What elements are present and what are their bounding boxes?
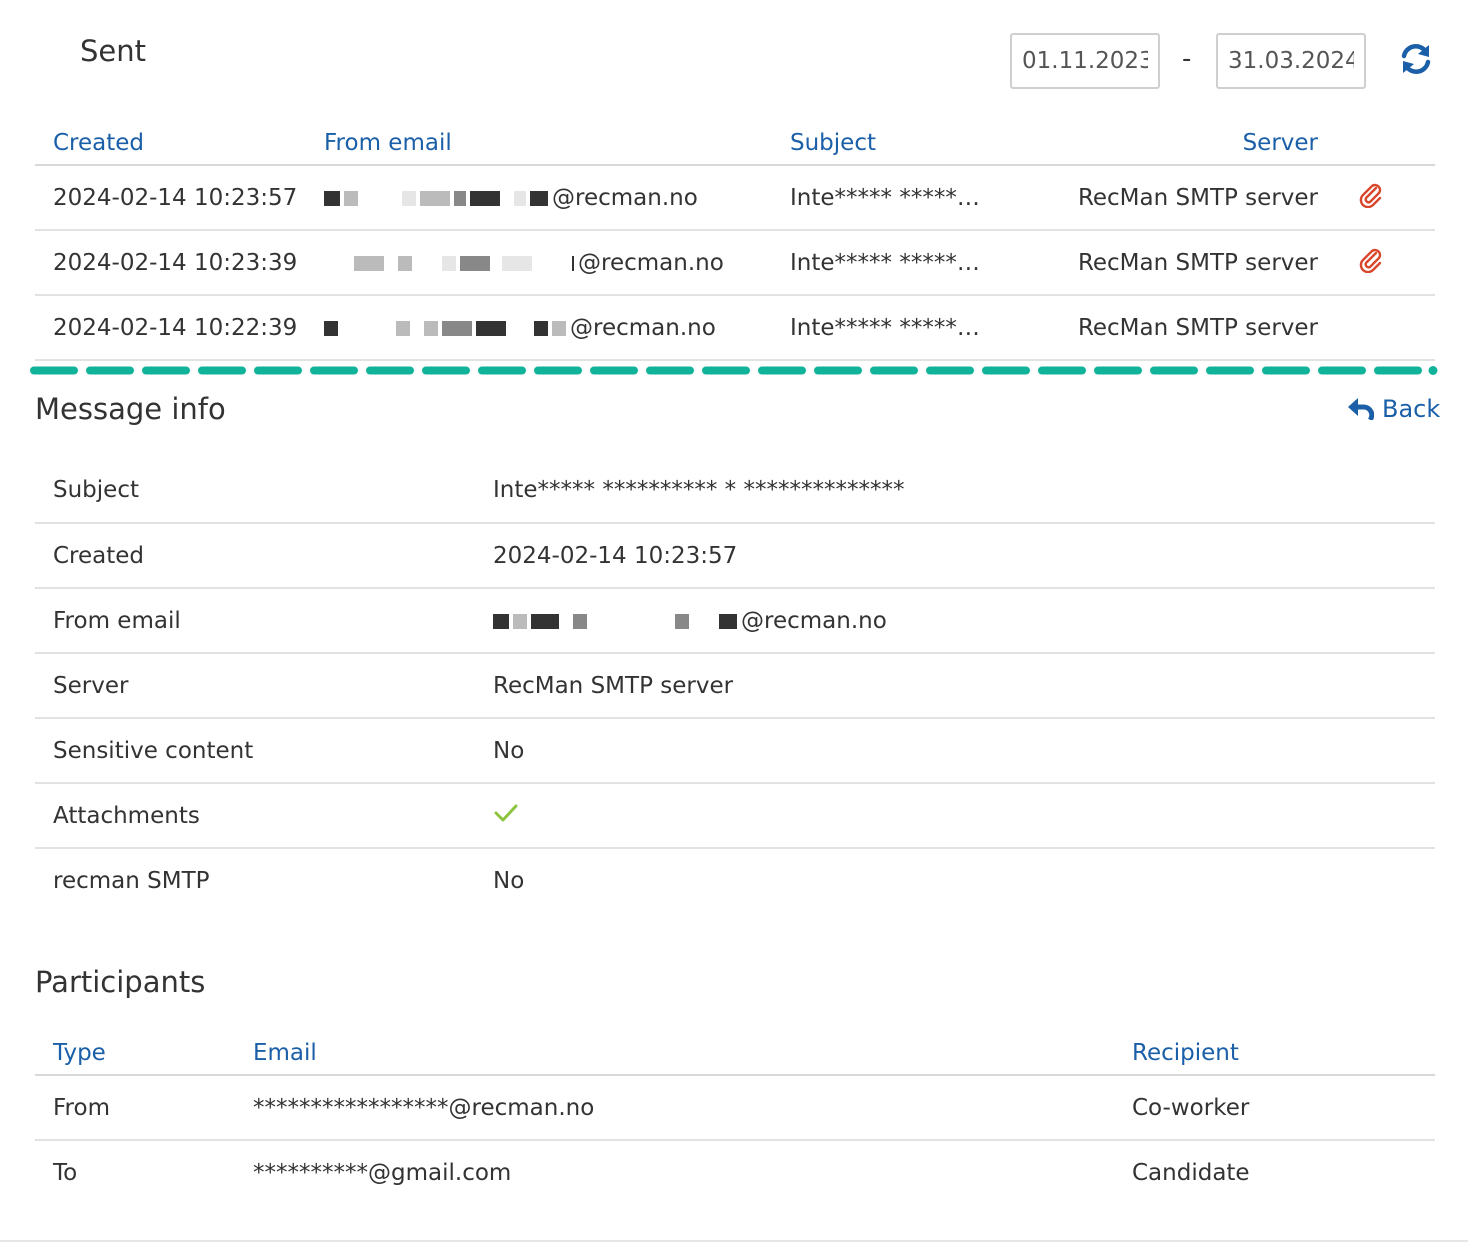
cell-created: 2024-02-14 10:22:39 [35, 295, 324, 361]
table-row[interactable]: 2024-02-14 10:23:57 @recman.no Inte*****… [35, 165, 1435, 231]
message-info-title: Message info [35, 392, 226, 426]
redacted-block [324, 250, 578, 276]
cell-from-email: @recman.no [324, 165, 790, 231]
date-separator: - [1182, 44, 1192, 74]
from-email-domain: @recman.no [741, 607, 887, 634]
table-row[interactable]: 2024-02-14 10:23:39 @recman.no Inte*****… [35, 230, 1435, 296]
column-header-from-email[interactable]: From email [324, 120, 790, 166]
cell-email: *****************@recman.no [253, 1075, 1132, 1141]
paperclip-icon[interactable] [1358, 247, 1384, 273]
column-header-type[interactable]: Type [35, 1030, 253, 1076]
paperclip-icon[interactable] [1358, 182, 1384, 208]
cell-from-email: @recman.no [324, 230, 790, 296]
info-row-created: Created 2024-02-14 10:23:57 [35, 523, 1435, 589]
info-label: Created [35, 523, 493, 589]
cell-subject: Inte***** *****… [790, 165, 1050, 231]
info-value: @recman.no [493, 588, 1435, 654]
info-value: No [493, 868, 525, 894]
date-from-input[interactable] [1010, 33, 1160, 89]
participants-table: Type Email Recipient From **************… [35, 1030, 1435, 1205]
info-label: Attachments [35, 783, 493, 849]
info-label: Sensitive content [35, 718, 493, 784]
column-header-attachment [1318, 120, 1435, 166]
section-divider [30, 366, 1438, 375]
cell-server: RecMan SMTP server [1050, 230, 1318, 296]
column-header-server[interactable]: Server [1050, 120, 1318, 166]
reply-icon [1348, 398, 1374, 420]
info-label: recman SMTP [53, 868, 210, 894]
table-row: From *****************@recman.no Co-work… [35, 1075, 1435, 1141]
info-row-server: Server RecMan SMTP server [35, 653, 1435, 719]
cell-subject: Inte***** *****… [790, 295, 1050, 361]
cell-recipient: Candidate [1132, 1160, 1250, 1186]
info-value: 2024-02-14 10:23:57 [493, 523, 1435, 589]
back-button[interactable]: Back [1348, 395, 1440, 423]
date-to-input[interactable] [1216, 33, 1366, 89]
column-header-recipient[interactable]: Recipient [1132, 1030, 1435, 1076]
info-row-attachments: Attachments [35, 783, 1435, 849]
table-row: To **********@gmail.com Candidate [35, 1140, 1435, 1205]
cell-server: RecMan SMTP server [1050, 295, 1318, 361]
cell-created: 2024-02-14 10:23:57 [35, 165, 324, 231]
refresh-icon[interactable] [1398, 42, 1434, 76]
cell-type: To [53, 1160, 78, 1186]
cell-recipient: Co-worker [1132, 1075, 1435, 1141]
cell-from-email: @recman.no [324, 295, 790, 361]
info-row-sensitive-content: Sensitive content No [35, 718, 1435, 784]
column-header-email[interactable]: Email [253, 1030, 1132, 1076]
info-value: Inte***** ********** * ************** [493, 458, 1435, 524]
cell-created: 2024-02-14 10:23:39 [35, 230, 324, 296]
redacted-block [324, 185, 552, 211]
back-label: Back [1382, 395, 1441, 423]
message-info-table: Subject Inte***** ********** * *********… [35, 458, 1435, 913]
info-label: Server [35, 653, 493, 719]
info-label: From email [35, 588, 493, 654]
cell-type: From [35, 1075, 253, 1141]
table-row[interactable]: 2024-02-14 10:22:39 @recman.no Inte*****… [35, 295, 1435, 361]
cell-subject: Inte***** *****… [790, 230, 1050, 296]
column-header-subject[interactable]: Subject [790, 120, 1050, 166]
redacted-block [493, 608, 741, 634]
info-row-recman-smtp: recman SMTP No [35, 848, 1435, 913]
info-row-from-email: From email @recman.no [35, 588, 1435, 654]
info-label: Subject [35, 458, 493, 524]
sent-messages-table: Created From email Subject Server 2024-0… [35, 120, 1435, 361]
cell-email: **********@gmail.com [253, 1160, 512, 1186]
checkmark-icon [494, 804, 518, 821]
info-row-subject: Subject Inte***** ********** * *********… [35, 458, 1435, 524]
from-email-domain: @recman.no [570, 314, 716, 341]
from-email-domain: @recman.no [578, 249, 724, 276]
participants-title: Participants [35, 965, 206, 999]
info-value: RecMan SMTP server [493, 653, 1435, 719]
redacted-block [324, 315, 570, 341]
from-email-domain: @recman.no [552, 184, 698, 211]
column-header-created[interactable]: Created [35, 120, 324, 166]
cell-server: RecMan SMTP server [1050, 165, 1318, 231]
page-title: Sent [80, 34, 147, 68]
info-value: No [493, 718, 1435, 784]
